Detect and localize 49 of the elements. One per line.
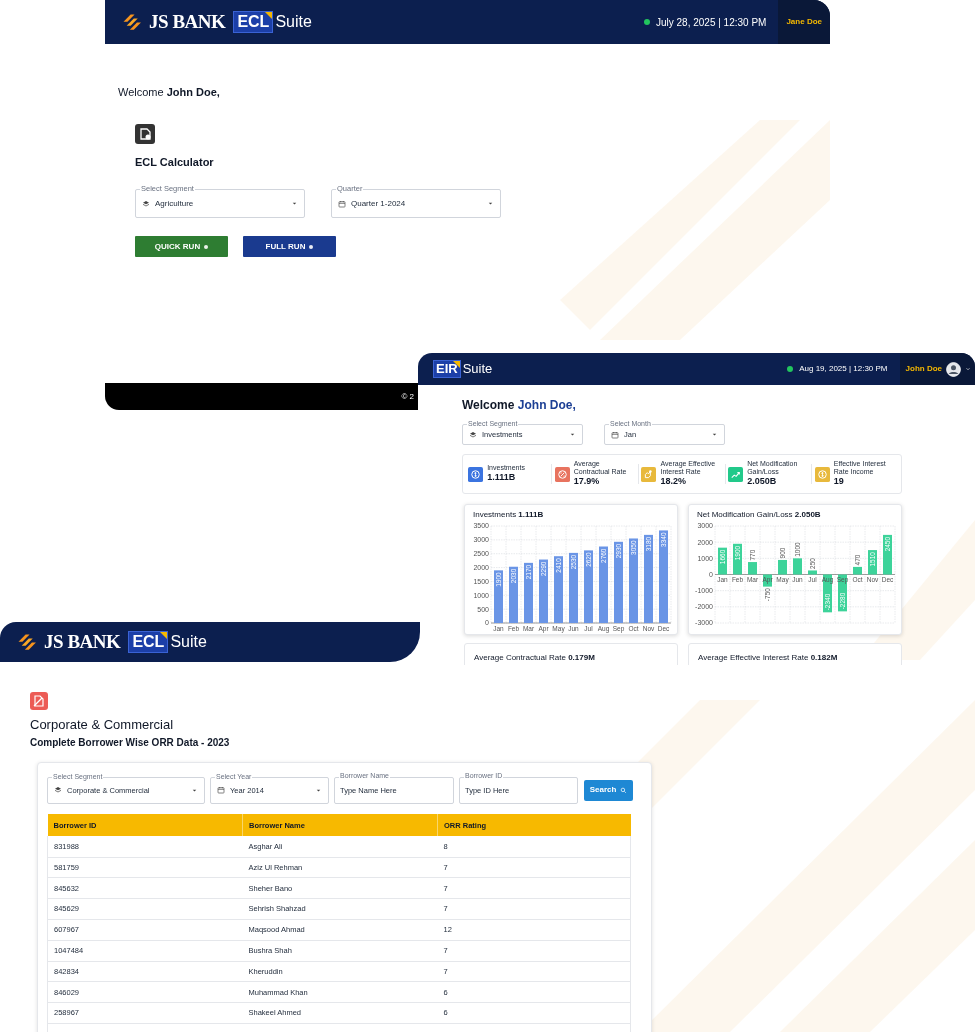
kpi-value: 1.111B bbox=[487, 472, 517, 484]
date-time: July 28, 2025 | 12:30 PM bbox=[655, 15, 767, 30]
caret-icon bbox=[711, 431, 718, 438]
layers-icon bbox=[54, 786, 62, 795]
product-badge: ECL bbox=[233, 11, 274, 33]
product-badge: ECL bbox=[128, 631, 169, 653]
section-title: ECL Calculator bbox=[135, 154, 215, 170]
product-suffix: Suite bbox=[462, 360, 493, 379]
welcome-text: Welcome John Doe, bbox=[118, 85, 221, 100]
run-button[interactable]: FULL RUN bbox=[243, 236, 336, 257]
user-name[interactable]: Jane Doe bbox=[786, 16, 822, 28]
welcome-text: Welcome John Doe, bbox=[462, 397, 577, 414]
stripes-logo-icon bbox=[18, 632, 38, 652]
caret-icon bbox=[291, 200, 298, 207]
page-title: Corporate & Commercial bbox=[30, 717, 175, 734]
run-button[interactable]: QUICK RUN bbox=[135, 236, 228, 257]
page-subtitle: Complete Borrower Wise ORR Data - 2023 bbox=[30, 736, 231, 751]
brand-name: JS BANK bbox=[149, 9, 226, 34]
calendar-icon bbox=[338, 199, 346, 208]
document-icon bbox=[30, 692, 48, 710]
chart-title: Net Modification Gain/Loss 2.050B bbox=[696, 510, 822, 520]
caret-icon bbox=[487, 200, 494, 207]
stripes-logo-icon bbox=[123, 12, 143, 32]
avatar-icon bbox=[946, 361, 961, 377]
kpi-value: 19 bbox=[833, 476, 845, 488]
chart-title: Average Effective Interest Rate 0.182M bbox=[698, 652, 839, 664]
product-suffix: Suite bbox=[275, 12, 312, 32]
chart-title: Average Contractual Rate 0.179M bbox=[474, 652, 596, 664]
select-value: Quarter 1-2024 bbox=[351, 197, 407, 210]
caret-icon bbox=[965, 366, 971, 372]
calculator-icon bbox=[135, 123, 155, 144]
layers-icon bbox=[142, 199, 150, 208]
calendar-icon bbox=[217, 786, 225, 795]
search-icon bbox=[620, 786, 628, 794]
calendar-icon bbox=[611, 430, 619, 439]
kpi-value: 18.2% bbox=[660, 476, 687, 488]
search-button[interactable]: Search bbox=[584, 779, 633, 801]
select-value: Agriculture bbox=[155, 197, 195, 210]
product-badge: EIR bbox=[433, 359, 461, 379]
kpi-value: 17.9% bbox=[573, 476, 601, 488]
brand-name: JS BANK bbox=[44, 629, 121, 654]
chart-title: Investments 1.111B bbox=[472, 510, 545, 520]
date-time: Aug 19, 2025 | 12:30 PM bbox=[799, 363, 888, 375]
kpi-value: 2.050B bbox=[747, 476, 778, 488]
copyright-text: © 2 bbox=[401, 390, 414, 403]
caret-icon bbox=[569, 431, 576, 438]
layers-icon bbox=[469, 430, 477, 439]
product-suffix: Suite bbox=[170, 632, 207, 652]
user-name[interactable]: John Doe bbox=[905, 363, 942, 375]
